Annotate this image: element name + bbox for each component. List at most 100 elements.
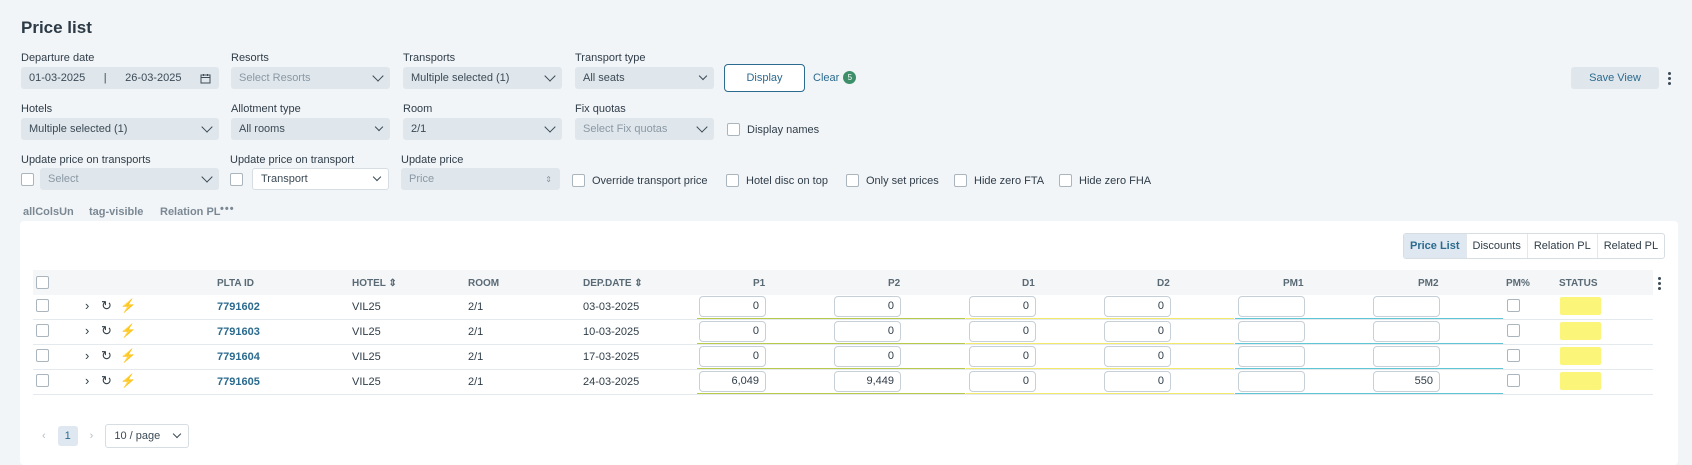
checkbox[interactable] [954, 174, 967, 187]
refresh-icon[interactable]: ↻ [101, 324, 112, 337]
p1-input[interactable]: 6,049 [699, 371, 766, 392]
lightning-icon[interactable]: ⚡ [120, 299, 136, 312]
tab-price-list[interactable]: Price List [1404, 234, 1466, 258]
d1-input[interactable]: 0 [969, 371, 1036, 392]
pm-percent-checkbox[interactable] [1507, 374, 1520, 387]
view-link-tag-visible[interactable]: tag-visible [89, 206, 143, 218]
row-checkbox[interactable] [36, 299, 49, 312]
update-price-on-transport-select[interactable]: Transport [252, 168, 389, 190]
row-checkbox[interactable] [36, 349, 49, 362]
save-view-button[interactable]: Save View [1571, 67, 1659, 89]
more-views-icon[interactable]: ••• [220, 203, 235, 215]
row-checkbox[interactable] [36, 324, 49, 337]
p2-input[interactable]: 9,449 [834, 371, 901, 392]
view-link-allcolsun[interactable]: allColsUn [23, 206, 74, 218]
refresh-icon[interactable]: ↻ [101, 299, 112, 312]
pm-percent-checkbox[interactable] [1507, 349, 1520, 362]
plta-id-link[interactable]: 7791605 [217, 376, 260, 388]
hotel-disc-on-top-checkbox[interactable]: Hotel disc on top [726, 174, 828, 187]
underline-accent [966, 318, 1234, 319]
display-button[interactable]: Display [724, 64, 805, 92]
update-price-on-transports-checkbox[interactable] [21, 173, 34, 186]
page-number-current[interactable]: 1 [57, 426, 78, 446]
checkbox[interactable] [846, 174, 859, 187]
pm1-input[interactable] [1238, 321, 1305, 342]
display-names-checkbox[interactable]: Display names [727, 123, 819, 136]
checkbox[interactable] [727, 123, 740, 136]
more-options-icon[interactable] [1668, 72, 1671, 85]
checkbox[interactable] [726, 174, 739, 187]
expand-chevron-icon[interactable]: › [85, 349, 89, 362]
row-checkbox[interactable] [36, 374, 49, 387]
d1-input[interactable]: 0 [969, 346, 1036, 367]
lightning-icon[interactable]: ⚡ [120, 349, 136, 362]
lightning-icon[interactable]: ⚡ [120, 324, 136, 337]
expand-chevron-icon[interactable]: › [85, 324, 89, 337]
hide-zero-fta-checkbox[interactable]: Hide zero FTA [954, 174, 1044, 187]
pm2-input[interactable] [1373, 321, 1440, 342]
tab-relation-pl[interactable]: Relation PL [1526, 234, 1597, 258]
update-price-on-transports-select[interactable]: Select [40, 168, 219, 190]
expand-chevron-icon[interactable]: › [85, 299, 89, 312]
only-set-prices-checkbox[interactable]: Only set prices [846, 174, 939, 187]
plta-id-link[interactable]: 7791602 [217, 301, 260, 313]
pm2-input[interactable]: 550 [1373, 371, 1440, 392]
checkbox[interactable] [1059, 174, 1072, 187]
select-all-checkbox[interactable] [36, 276, 49, 289]
pm-percent-checkbox[interactable] [1507, 299, 1520, 312]
p2-input[interactable]: 0 [834, 321, 901, 342]
col-status: STATUS [1559, 278, 1598, 289]
page-size-value: 10 / page [114, 430, 161, 442]
hide-zero-fha-checkbox[interactable]: Hide zero FHA [1059, 174, 1151, 187]
col-hotel[interactable]: HOTEL ⇕ [352, 278, 397, 289]
d2-input[interactable]: 0 [1104, 296, 1171, 317]
departure-date-to: 26-03-2025 [125, 72, 182, 84]
p2-input[interactable]: 0 [834, 346, 901, 367]
lightning-icon[interactable]: ⚡ [120, 374, 136, 387]
d2-input[interactable]: 0 [1104, 371, 1171, 392]
pm1-input[interactable] [1238, 296, 1305, 317]
pm-percent-checkbox[interactable] [1507, 324, 1520, 337]
refresh-icon[interactable]: ↻ [101, 374, 112, 387]
resorts-select[interactable]: Select Resorts [231, 67, 390, 89]
allotment-type-select[interactable]: All rooms [231, 118, 390, 140]
clear-button[interactable]: Clear 5 [813, 71, 857, 84]
transports-select[interactable]: Multiple selected (1) [403, 67, 562, 89]
pm1-input[interactable] [1238, 371, 1305, 392]
p2-input[interactable]: 0 [834, 296, 901, 317]
checkbox[interactable] [572, 174, 585, 187]
d2-input[interactable]: 0 [1104, 346, 1171, 367]
view-link-relation-pl[interactable]: Relation PL [160, 206, 221, 218]
transport-type-select[interactable]: All seats [575, 67, 714, 89]
column-settings-icon[interactable] [1658, 277, 1661, 290]
hotels-select[interactable]: Multiple selected (1) [21, 118, 219, 140]
page-size-select[interactable]: 10 / page [105, 424, 190, 448]
update-price-input[interactable]: Price ⇕ [401, 168, 560, 190]
d1-input[interactable]: 0 [969, 321, 1036, 342]
plta-id-link[interactable]: 7791603 [217, 326, 260, 338]
spinner-icon[interactable]: ⇕ [545, 175, 552, 184]
pm2-input[interactable] [1373, 296, 1440, 317]
d2-input[interactable]: 0 [1104, 321, 1171, 342]
next-page-icon[interactable]: › [90, 430, 94, 442]
tab-related-pl[interactable]: Related PL [1596, 234, 1664, 258]
col-dep-date[interactable]: DEP.DATE ⇕ [583, 278, 643, 289]
sort-icon[interactable]: ⇕ [632, 278, 642, 289]
tab-discounts[interactable]: Discounts [1465, 234, 1527, 258]
prev-page-icon[interactable]: ‹ [42, 430, 46, 442]
p1-input[interactable]: 0 [699, 296, 766, 317]
pm2-input[interactable] [1373, 346, 1440, 367]
pm1-input[interactable] [1238, 346, 1305, 367]
p1-input[interactable]: 0 [699, 321, 766, 342]
fix-quotas-select[interactable]: Select Fix quotas [575, 118, 714, 140]
p1-input[interactable]: 0 [699, 346, 766, 367]
d1-input[interactable]: 0 [969, 296, 1036, 317]
room-select[interactable]: 2/1 [403, 118, 562, 140]
departure-date-range-picker[interactable]: 01-03-2025 | 26-03-2025 [21, 67, 219, 89]
sort-icon[interactable]: ⇕ [386, 278, 396, 289]
expand-chevron-icon[interactable]: › [85, 374, 89, 387]
update-price-on-transport-checkbox[interactable] [230, 173, 243, 186]
plta-id-link[interactable]: 7791604 [217, 351, 260, 363]
refresh-icon[interactable]: ↻ [101, 349, 112, 362]
override-transport-price-checkbox[interactable]: Override transport price [572, 174, 708, 187]
